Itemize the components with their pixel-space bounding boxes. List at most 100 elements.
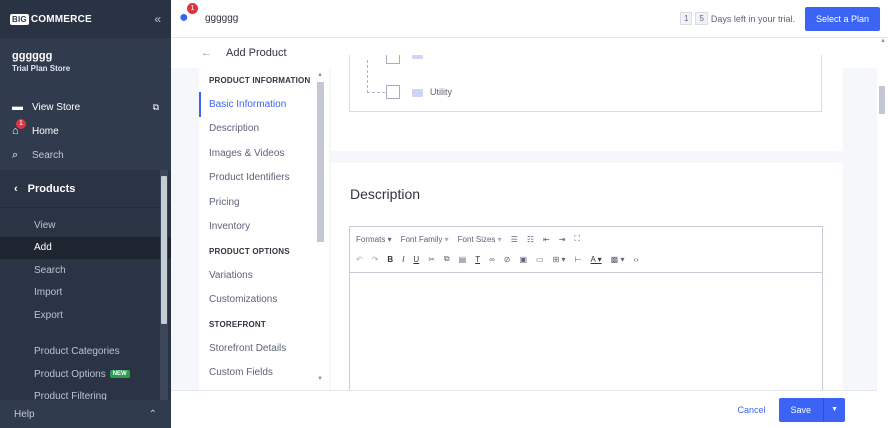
table-icon[interactable]: ⊞ ▾: [553, 255, 566, 264]
trial-text: Days left in your trial.: [710, 13, 795, 24]
bold-icon[interactable]: B: [387, 255, 393, 264]
chevron-left-icon: ‹: [14, 182, 18, 195]
description-heading: Description: [350, 186, 421, 202]
sidebar-link-view-store[interactable]: ▬ View Store ⧉: [0, 95, 171, 119]
submenu-item-add[interactable]: Add: [0, 236, 171, 259]
trial-digit: 1: [680, 12, 693, 25]
font-family-dropdown[interactable]: Font Family ▾: [401, 235, 449, 244]
folder-icon: [412, 55, 423, 59]
category-tree: [349, 55, 822, 112]
sidebar-scrollbar[interactable]: [160, 170, 168, 400]
select-plan-button[interactable]: Select a Plan: [804, 6, 880, 31]
bigcommerce-logo[interactable]: BIG COMMERCE: [10, 13, 92, 25]
topbar-store-name: gggggg: [205, 13, 239, 24]
editor-content-area[interactable]: [350, 272, 822, 400]
scroll-down-icon[interactable]: ▼: [317, 376, 323, 382]
store-plan: Trial Plan Store: [12, 64, 71, 73]
fullscreen-icon[interactable]: ⛶: [574, 234, 580, 244]
section-nav-scrollbar[interactable]: ▲ ▼: [316, 70, 325, 386]
nav-item-variations[interactable]: Variations: [199, 263, 329, 288]
nav-item-description[interactable]: Description: [199, 117, 329, 142]
numbered-list-icon[interactable]: ☷: [527, 235, 534, 244]
new-badge: NEW: [109, 370, 130, 379]
underline-icon[interactable]: U: [413, 255, 419, 264]
submenu-item-import[interactable]: Import: [0, 282, 171, 305]
indent-icon[interactable]: ⇥: [559, 235, 566, 244]
nav-item-custom-fields[interactable]: Custom Fields: [199, 361, 329, 386]
redo-icon[interactable]: ↷: [372, 255, 379, 264]
storefront-icon: ▬: [12, 101, 23, 113]
nav-group-heading: STOREFRONT: [209, 319, 266, 329]
external-link-icon: ⧉: [152, 101, 159, 112]
store-name: gggggg: [12, 50, 53, 62]
sidebar-link-search[interactable]: ⌕ Search: [0, 143, 171, 167]
image-icon[interactable]: ▣: [519, 255, 527, 264]
action-footer: Cancel Save ▼: [171, 390, 877, 428]
nav-item-images-videos[interactable]: Images & Videos: [199, 141, 329, 166]
submenu-item-product-categories[interactable]: Product Categories: [0, 341, 171, 364]
formats-dropdown[interactable]: Formats ▾: [356, 235, 392, 244]
page-scrollbar[interactable]: ▲: [877, 38, 888, 428]
chevron-up-icon: ⌃: [148, 408, 157, 420]
unlink-icon[interactable]: ⊘: [504, 255, 511, 264]
nav-item-storefront-details[interactable]: Storefront Details: [199, 336, 329, 361]
products-submenu: ‹ Products View Add Search Import Export…: [0, 170, 171, 402]
home-icon: ⌂ 1: [12, 119, 26, 137]
save-button-group: Save ▼: [778, 397, 845, 422]
trial-indicator: 1 5 Days left in your trial.: [680, 12, 795, 25]
store-info: gggggg Trial Plan Store: [0, 38, 171, 73]
chat-icon[interactable]: ● 1: [179, 2, 199, 29]
source-code-icon[interactable]: ‹›: [633, 255, 638, 264]
copy-icon[interactable]: ⧉: [444, 254, 450, 264]
submenu-item-export[interactable]: Export: [0, 304, 171, 327]
save-dropdown-icon[interactable]: ▼: [823, 397, 845, 422]
media-icon[interactable]: ▭: [536, 255, 544, 264]
italic-icon[interactable]: I: [402, 255, 404, 264]
paste-icon[interactable]: ▤: [459, 255, 467, 264]
category-checkbox[interactable]: [386, 55, 400, 64]
description-editor: Formats ▾ Font Family ▾ Font Sizes ▾ ☰ ☷…: [349, 226, 823, 400]
nav-item-customizations[interactable]: Customizations: [199, 288, 329, 313]
nav-group-heading: PRODUCT OPTIONS: [209, 246, 290, 256]
submenu-item-product-options[interactable]: Product Options NEW: [0, 363, 171, 386]
scroll-up-icon[interactable]: ▲: [317, 72, 323, 78]
category-label-utility: Utility: [430, 87, 452, 97]
bullet-list-icon[interactable]: ☰: [511, 235, 518, 244]
editor-toolbar-row-1: Formats ▾ Font Family ▾ Font Sizes ▾ ☰ ☷…: [350, 229, 822, 249]
submenu-item-view[interactable]: View: [0, 214, 171, 237]
product-section-nav: PRODUCT INFORMATION Basic Information De…: [199, 68, 329, 400]
sidebar-header: BIG COMMERCE «: [0, 0, 171, 38]
background-color-icon[interactable]: ▩ ▾: [611, 255, 625, 264]
help-menu[interactable]: Help ⌃: [0, 400, 171, 428]
category-checkbox-utility[interactable]: [386, 85, 400, 99]
notification-badge: 1: [187, 2, 198, 14]
clear-format-icon[interactable]: T: [475, 255, 480, 264]
submenu-item-search[interactable]: Search: [0, 259, 171, 282]
home-notification-badge: 1: [16, 119, 26, 129]
search-icon: ⌕: [12, 148, 19, 161]
folder-icon: [412, 89, 423, 97]
sidebar-link-home[interactable]: ⌂ 1 Home: [0, 119, 171, 143]
nav-item-pricing[interactable]: Pricing: [199, 190, 329, 215]
scroll-up-icon[interactable]: ▲: [880, 38, 886, 44]
page-title: Add Product: [226, 47, 287, 59]
nav-item-product-identifiers[interactable]: Product Identifiers: [199, 166, 329, 191]
text-color-icon[interactable]: A ▾: [591, 255, 602, 264]
top-bar: ● 1 gggggg 1 5 Days left in your trial. S…: [171, 0, 888, 38]
back-arrow-icon[interactable]: ←: [201, 47, 212, 59]
cancel-button[interactable]: Cancel: [738, 405, 766, 415]
collapse-sidebar-icon[interactable]: «: [154, 12, 161, 26]
font-sizes-dropdown[interactable]: Font Sizes ▾: [458, 235, 502, 244]
nav-group-heading: PRODUCT INFORMATION: [209, 75, 311, 85]
horizontal-rule-icon[interactable]: ⊢: [575, 255, 582, 264]
link-icon[interactable]: ∞: [489, 255, 495, 264]
products-section-header[interactable]: ‹ Products: [0, 170, 171, 208]
nav-item-inventory[interactable]: Inventory: [199, 215, 329, 240]
save-button[interactable]: Save: [779, 405, 824, 415]
undo-icon[interactable]: ↶: [356, 255, 363, 264]
cut-icon[interactable]: ✂: [428, 255, 435, 264]
trial-digit: 5: [695, 12, 708, 25]
editor-toolbar-row-2: ↶ ↷ B I U ✂ ⧉ ▤ T ∞ ⊘ ▣ ▭ ⊞ ▾ ⊢ A ▾ ▩ ▾ …: [350, 249, 822, 269]
nav-item-basic-information[interactable]: Basic Information: [199, 92, 329, 117]
outdent-icon[interactable]: ⇤: [543, 235, 550, 244]
